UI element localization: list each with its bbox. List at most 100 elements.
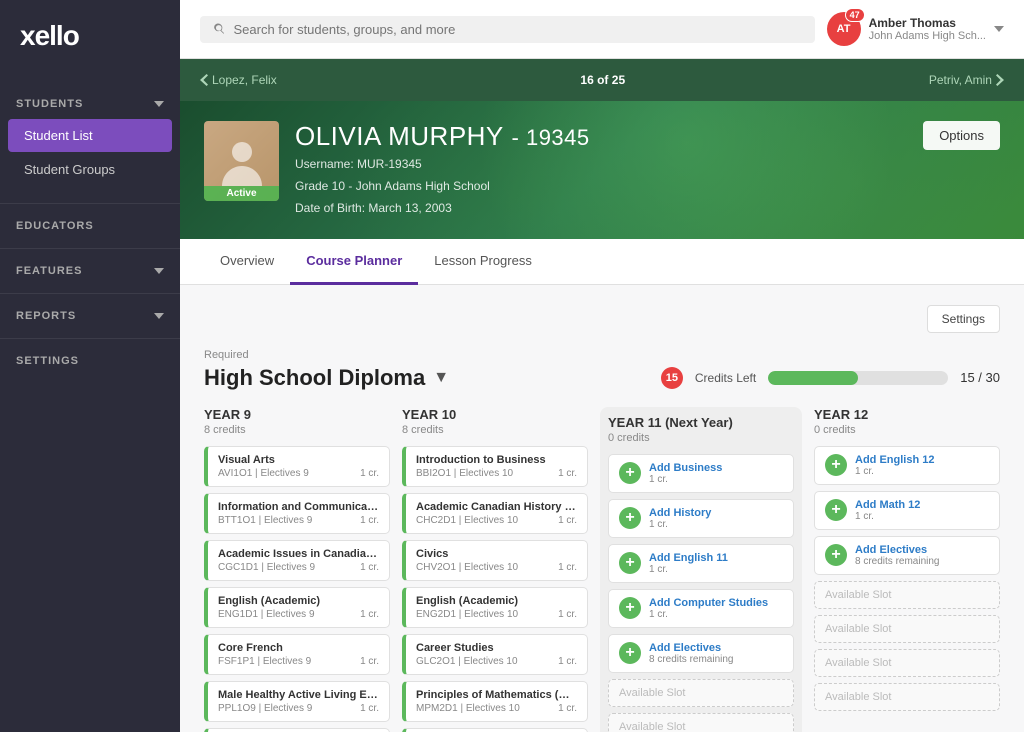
course-card-paf[interactable]: Male Personal and Fitness Activi... PAF2…: [402, 728, 588, 732]
add-course-credits: 1 cr.: [649, 609, 783, 620]
course-meta: BTT1O1 | Electives 9 1 cr.: [218, 515, 379, 526]
credits-bar-fill: [768, 371, 858, 385]
course-name: Career Studies: [416, 642, 577, 654]
tab-overview[interactable]: Overview: [204, 239, 290, 285]
course-name: Academic Issues in Canadian G...: [218, 548, 379, 560]
course-meta: ENG1D1 | Electives 9 1 cr.: [218, 609, 379, 620]
sidebar-features-header[interactable]: FEATURES: [0, 257, 180, 285]
course-name: English (Academic): [218, 595, 379, 607]
add-history-btn[interactable]: + Add History 1 cr.: [608, 499, 794, 538]
tab-lesson-progress[interactable]: Lesson Progress: [418, 239, 548, 285]
add-course-name: Add English 11: [649, 552, 783, 564]
year10-credits: 8 credits: [402, 424, 588, 436]
year11-column: YEAR 11 (Next Year) 0 credits + Add Busi…: [600, 407, 802, 732]
student-counter: 16 of 25: [580, 73, 625, 87]
year10-header: YEAR 10: [402, 407, 588, 422]
user-menu[interactable]: 47 AT Amber Thomas John Adams High Sch..…: [827, 12, 1004, 46]
add-course-info: Add History 1 cr.: [649, 507, 783, 530]
diploma-dropdown-icon[interactable]: ▼: [433, 369, 449, 387]
add-course-info: Add Electives 8 credits remaining: [649, 642, 783, 665]
add-icon: +: [825, 544, 847, 566]
sidebar-item-student-groups[interactable]: Student Groups: [8, 153, 172, 186]
diploma-name: High School Diploma: [204, 365, 425, 391]
sidebar-students-header[interactable]: STUDENTS: [0, 90, 180, 118]
search-box[interactable]: [200, 16, 815, 43]
chevron-down-icon: [994, 26, 1004, 32]
settings-row: Settings: [204, 305, 1000, 333]
course-card-avi[interactable]: Visual Arts AVI1O1 | Electives 9 1 cr.: [204, 446, 390, 487]
student-details: OLIVIA MURPHY - 19345 Username: MUR-1934…: [295, 121, 590, 219]
add-computer-studies-btn[interactable]: + Add Computer Studies 1 cr.: [608, 589, 794, 628]
course-card-cgc[interactable]: Academic Issues in Canadian G... CGC1D1 …: [204, 540, 390, 581]
add-course-info: Add English 12 1 cr.: [855, 454, 989, 477]
course-card-eng2[interactable]: English (Academic) ENG2D1 | Electives 10…: [402, 587, 588, 628]
add-electives12-btn[interactable]: + Add Electives 8 credits remaining: [814, 536, 1000, 575]
sidebar-educators-header[interactable]: EDUCATORS: [0, 212, 180, 240]
app-logo: xello: [0, 0, 180, 82]
available-slot-y12-3: Available Slot: [814, 649, 1000, 677]
course-card-glc[interactable]: Career Studies GLC2O1 | Electives 10 1 c…: [402, 634, 588, 675]
course-name: Male Healthy Active Living Educ...: [218, 689, 379, 701]
add-course-name: Add English 12: [855, 454, 989, 466]
tab-course-planner[interactable]: Course Planner: [290, 239, 418, 285]
add-course-credits: 1 cr.: [649, 564, 783, 575]
available-slot-y12-1: Available Slot: [814, 581, 1000, 609]
student-photo: Active: [204, 121, 279, 201]
year10-column: YEAR 10 8 credits Introduction to Busine…: [402, 407, 588, 732]
sidebar-divider-4: [0, 338, 180, 339]
course-name: Introduction to Business: [416, 454, 577, 466]
course-card-chc[interactable]: Academic Canadian History sinc... CHC2D1…: [402, 493, 588, 534]
add-icon: +: [825, 499, 847, 521]
add-english11-btn[interactable]: + Add English 11 1 cr.: [608, 544, 794, 583]
options-button[interactable]: Options: [923, 121, 1000, 150]
year9-header: YEAR 9: [204, 407, 390, 422]
search-icon: [212, 22, 225, 36]
year9-credits: 8 credits: [204, 424, 390, 436]
add-english12-btn[interactable]: + Add English 12 1 cr.: [814, 446, 1000, 485]
main-content: 47 AT Amber Thomas John Adams High Sch..…: [180, 0, 1024, 732]
course-card-ppl[interactable]: Male Healthy Active Living Educ... PPL1O…: [204, 681, 390, 722]
add-course-name: Add Electives: [855, 544, 989, 556]
topbar: 47 AT Amber Thomas John Adams High Sch..…: [180, 0, 1024, 59]
search-input[interactable]: [233, 22, 802, 37]
add-course-info: Add English 11 1 cr.: [649, 552, 783, 575]
prev-student-btn[interactable]: Lopez, Felix: [200, 73, 277, 87]
available-slot-1: Available Slot: [608, 679, 794, 707]
course-card-btt[interactable]: Information and Communication ... BTT1O1…: [204, 493, 390, 534]
credits-count: 15 / 30: [960, 370, 1000, 385]
student-name: OLIVIA MURPHY - 19345: [295, 121, 590, 152]
course-name: Academic Canadian History sinc...: [416, 501, 577, 513]
student-info: Active OLIVIA MURPHY - 19345 Username: M…: [204, 121, 590, 219]
add-course-name: Add Math 12: [855, 499, 989, 511]
diploma-section: Required High School Diploma ▼ 15 Credit…: [204, 349, 1000, 391]
add-course-info: Add Business 1 cr.: [649, 462, 783, 485]
course-card-mpm[interactable]: Principles of Mathematics (Acad... MPM2D…: [402, 681, 588, 722]
course-meta: AVI1O1 | Electives 9 1 cr.: [218, 468, 379, 479]
course-meta: CHV2O1 | Electives 10 1 cr.: [416, 562, 577, 573]
available-slot-y12-2: Available Slot: [814, 615, 1000, 643]
course-meta: CHC2D1 | Electives 10 1 cr.: [416, 515, 577, 526]
course-meta: ENG2D1 | Electives 10 1 cr.: [416, 609, 577, 620]
sidebar-item-student-list[interactable]: Student List: [8, 119, 172, 152]
add-electives11-btn[interactable]: + Add Electives 8 credits remaining: [608, 634, 794, 673]
add-icon: +: [619, 642, 641, 664]
available-slot-2: Available Slot: [608, 713, 794, 732]
course-card-eng1[interactable]: English (Academic) ENG1D1 | Electives 9 …: [204, 587, 390, 628]
course-name: Principles of Mathematics (Acad...: [416, 689, 577, 701]
next-student-btn[interactable]: Petriv, Amin: [929, 73, 1004, 87]
course-card-snc1[interactable]: Science (Academic) SNC1D1 | Electives 9 …: [204, 728, 390, 732]
chevron-left-icon: [200, 74, 208, 86]
available-slot-y12-4: Available Slot: [814, 683, 1000, 711]
course-name: Visual Arts: [218, 454, 379, 466]
add-business-btn[interactable]: + Add Business 1 cr.: [608, 454, 794, 493]
student-dob: Date of Birth: March 13, 2003: [295, 199, 590, 218]
sidebar-section-students: STUDENTS Student List Student Groups: [0, 82, 180, 195]
course-card-bbi[interactable]: Introduction to Business BBI2O1 | Electi…: [402, 446, 588, 487]
course-card-chv[interactable]: Civics CHV2O1 | Electives 10 1 cr.: [402, 540, 588, 581]
sidebar-reports-header[interactable]: REPORTS: [0, 302, 180, 330]
course-card-fsf[interactable]: Core French FSF1P1 | Electives 9 1 cr.: [204, 634, 390, 675]
add-math12-btn[interactable]: + Add Math 12 1 cr.: [814, 491, 1000, 530]
sidebar-settings-header[interactable]: SETTINGS: [0, 347, 180, 375]
settings-button[interactable]: Settings: [927, 305, 1000, 333]
add-course-name: Add Electives: [649, 642, 783, 654]
